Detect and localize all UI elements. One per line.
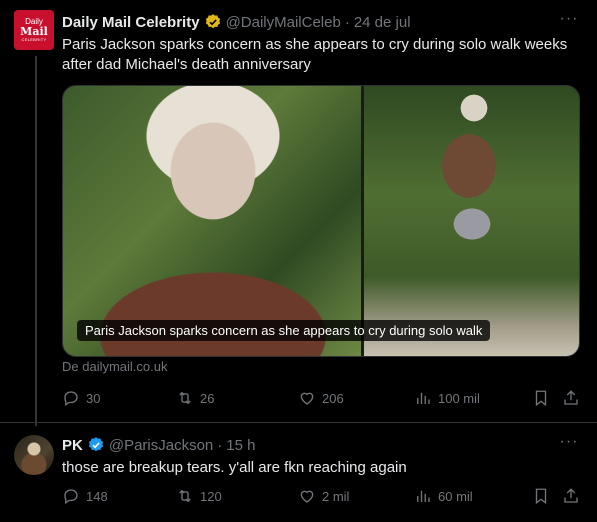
tweet-pk-reply[interactable]: PK @ParisJackson · 15 h ··· those are br… <box>0 422 597 522</box>
like-count: 206 <box>322 390 344 406</box>
reply-button[interactable]: 148 <box>62 487 108 505</box>
reply-icon <box>64 391 78 407</box>
reply-icon <box>64 489 78 505</box>
author-name[interactable]: PK <box>62 437 83 454</box>
repost-button[interactable]: 120 <box>176 487 222 505</box>
bookmark-button[interactable] <box>532 389 550 407</box>
tweet-daily-mail[interactable]: Daily Mail CELEBRITY Daily Mail Celebrit… <box>0 0 597 426</box>
bookmark-icon <box>535 390 547 407</box>
bookmark-icon <box>535 488 547 505</box>
repost-count: 26 <box>200 390 215 406</box>
verified-badge-icon <box>88 437 103 452</box>
action-bar: 148 120 2 mil 60 mil <box>62 487 582 507</box>
link-source[interactable]: De dailymail.co.uk <box>62 359 168 374</box>
repost-button[interactable]: 26 <box>176 389 214 407</box>
share-button[interactable] <box>562 389 580 407</box>
bookmark-button[interactable] <box>532 487 550 505</box>
views-icon <box>417 392 430 404</box>
repost-icon <box>179 391 191 405</box>
thread-line <box>35 56 37 426</box>
author-handle[interactable]: @ParisJackson <box>109 437 213 454</box>
reply-count: 30 <box>86 390 101 406</box>
share-icon <box>564 488 578 503</box>
like-button[interactable]: 2 mil <box>298 487 349 505</box>
like-button[interactable]: 206 <box>298 389 344 407</box>
photo-walking <box>364 86 579 356</box>
share-button[interactable] <box>562 487 580 505</box>
author-name[interactable]: Daily Mail Celebrity <box>62 14 200 31</box>
reply-button[interactable]: 30 <box>62 389 100 407</box>
reply-count: 148 <box>86 488 108 504</box>
views-button[interactable]: 60 mil <box>414 487 473 505</box>
share-icon <box>564 390 578 405</box>
logo-text-mail: Mail <box>20 25 48 38</box>
more-icon[interactable]: ··· <box>559 434 579 455</box>
repost-count: 120 <box>200 488 222 504</box>
views-icon <box>417 490 430 502</box>
media-caption: Paris Jackson sparks concern as she appe… <box>77 320 491 341</box>
tweet-header: Daily Mail Celebrity @DailyMailCeleb · 2… <box>62 12 411 32</box>
tweet-header: PK @ParisJackson · 15 h <box>62 435 255 455</box>
heart-icon <box>300 392 314 405</box>
repost-icon <box>179 489 191 503</box>
timestamp[interactable]: 15 h <box>226 437 255 454</box>
avatar[interactable]: Daily Mail CELEBRITY <box>14 10 54 50</box>
verified-badge-icon <box>205 14 220 29</box>
timestamp[interactable]: 24 de jul <box>354 14 411 31</box>
tweet-text: those are breakup tears. y'all are fkn r… <box>62 459 407 476</box>
action-bar: 30 26 206 100 mil <box>62 389 582 409</box>
views-count: 60 mil <box>438 488 473 504</box>
avatar[interactable] <box>14 435 54 475</box>
views-count: 100 mil <box>438 390 480 406</box>
views-button[interactable]: 100 mil <box>414 389 480 407</box>
like-count: 2 mil <box>322 488 350 504</box>
author-handle[interactable]: @DailyMailCeleb <box>226 14 341 31</box>
tweet-text: Paris Jackson sparks concern as she appe… <box>62 36 568 73</box>
photo-closeup <box>63 86 361 356</box>
logo-text-celebrity: CELEBRITY <box>21 37 47 42</box>
separator-dot: · <box>217 436 223 454</box>
media-card[interactable]: Paris Jackson sparks concern as she appe… <box>62 85 580 357</box>
heart-icon <box>300 490 314 503</box>
more-icon[interactable]: ··· <box>559 11 579 32</box>
separator-dot: · <box>344 13 350 31</box>
